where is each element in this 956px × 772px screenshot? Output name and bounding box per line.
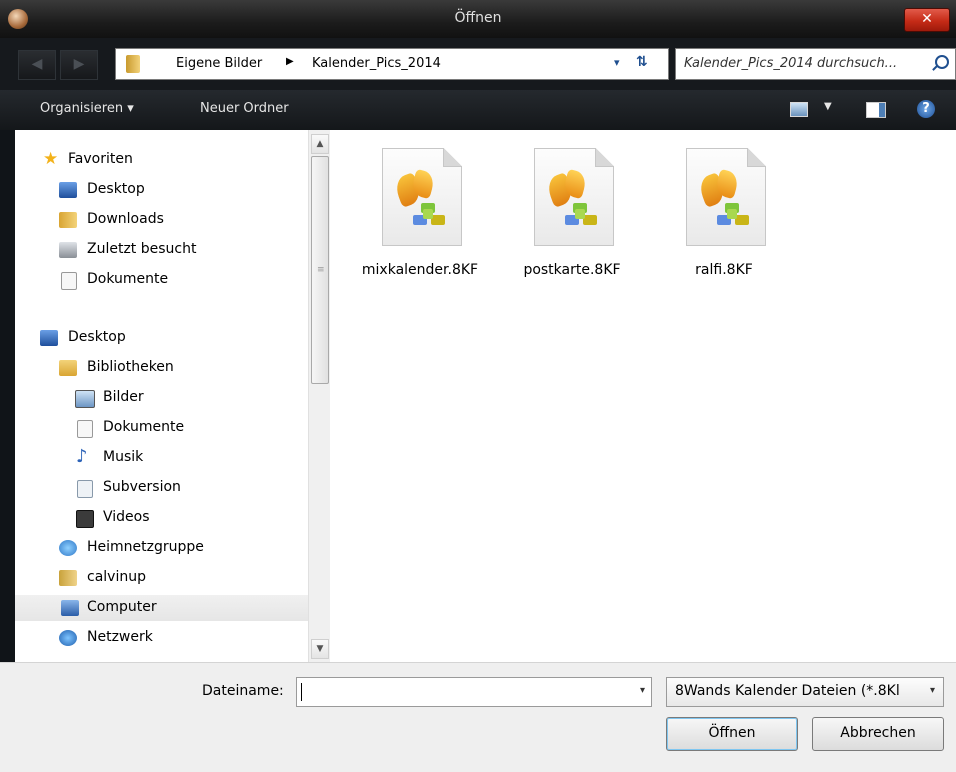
refresh-icon[interactable]: ⇅ [636,54,648,70]
search-box[interactable]: Kalender_Pics_2014 durchsuch... [675,48,956,80]
text-caret [301,683,302,701]
sidebar-item-label: Heimnetzgruppe [87,539,204,555]
star-icon: ★ [43,149,59,169]
video-film-icon [76,510,94,528]
back-button[interactable]: ◀ [18,50,56,80]
sidebar-item-label: Netzwerk [87,629,153,645]
breadcrumb-eigene-bilder[interactable]: Eigene Bilder [176,56,262,71]
downloads-folder-icon [59,212,77,228]
sidebar-item-label: Dokumente [103,419,185,435]
8kf-file-icon [534,148,614,246]
help-icon[interactable]: ? [917,100,935,118]
sidebar-item-label: Favoriten [68,151,133,167]
file-name: postkarte.8KF [523,262,621,278]
address-row: ◀ ▶ Eigene Bilder ▶ Kalender_Pics_2014 ▾… [0,38,956,90]
scroll-down-icon[interactable]: ▼ [311,639,329,659]
organize-button[interactable]: Organisieren ▾ [40,101,134,116]
open-file-dialog: Öffnen ✕ ◀ ▶ Eigene Bilder ▶ Kalender_Pi… [0,0,956,772]
8kf-file-icon [686,148,766,246]
sidebar-item-computer[interactable]: Computer [15,595,308,621]
file-type-dropdown-icon[interactable]: ▾ [930,685,935,696]
computer-icon [61,600,79,616]
sidebar-item-label: Zuletzt besucht [87,241,197,257]
sidebar-item-label: Desktop [87,181,145,197]
window-title: Öffnen [454,10,502,26]
homegroup-icon [59,540,77,556]
command-bar: Organisieren ▾ Neuer Ordner ▼ ? [0,90,956,130]
open-button[interactable]: Öffnen [666,717,798,751]
preview-pane-icon[interactable] [866,102,886,118]
sidebar-item-label: Subversion [103,479,181,495]
file-type-filter-value: 8Wands Kalender Dateien (*.8Kl [675,683,900,699]
filename-history-dropdown-icon[interactable]: ▾ [640,685,645,696]
music-note-icon: ♪ [76,446,88,467]
file-name: ralfi.8KF [695,262,753,278]
sidebar-item-label: Videos [103,509,150,525]
network-icon [59,630,77,646]
file-item[interactable]: postkarte.8KF [512,148,632,298]
dialog-footer: Dateiname: ▾ 8Wands Kalender Dateien (*.… [0,662,956,772]
new-folder-button[interactable]: Neuer Ordner [200,101,289,116]
filename-label: Dateiname: [202,683,284,699]
file-item[interactable]: ralfi.8KF [664,148,784,298]
search-input[interactable]: Kalender_Pics_2014 durchsuch... [684,56,897,71]
file-item[interactable]: mixkalender.8KF [360,148,480,298]
desktop-icon [59,182,77,198]
file-type-filter-select[interactable]: 8Wands Kalender Dateien (*.8Kl ▾ [666,677,944,707]
cancel-button[interactable]: Abbrechen [812,717,944,751]
title-bar: Öffnen ✕ [0,0,956,38]
scroll-up-icon[interactable]: ▲ [311,134,329,154]
scrollbar-thumb[interactable]: ≡ [311,156,329,384]
address-history-dropdown-icon[interactable]: ▾ [614,56,620,69]
address-bar[interactable]: Eigene Bilder ▶ Kalender_Pics_2014 ▾ ⇅ [115,48,669,80]
scrollbar-grip-icon: ≡ [317,265,325,275]
subversion-icon [77,480,93,498]
user-folder-icon [59,570,77,586]
navigation-pane: ★ Favoriten Desktop Downloads Zuletzt be… [15,130,308,662]
file-list: mixkalender.8KF postkarte.8KF ralfi.8KF [330,130,956,662]
breadcrumb-separator-icon[interactable]: ▶ [286,56,294,67]
search-icon[interactable] [935,55,949,69]
pictures-icon [75,390,95,408]
document-icon [77,420,93,438]
sidebar-item-label: Bibliotheken [87,359,174,375]
recent-places-icon [59,242,77,258]
8kf-file-icon [382,148,462,246]
filename-input[interactable]: ▾ [296,677,652,707]
document-icon [61,272,77,290]
sidebar-item-label: Downloads [87,211,164,227]
close-button[interactable]: ✕ [904,8,950,32]
desktop-icon [40,330,58,346]
forward-button[interactable]: ▶ [60,50,98,80]
sidebar-item-label: Bilder [103,389,144,405]
libraries-icon [59,360,77,376]
view-options-dropdown-icon[interactable]: ▼ [824,101,832,112]
navigation-scrollbar[interactable]: ▲ ≡ ▼ [308,130,331,662]
folder-icon [126,55,140,73]
breadcrumb-kalender-pics[interactable]: Kalender_Pics_2014 [312,56,441,71]
sidebar-item-label: Computer [87,599,157,615]
sidebar-item-label: Desktop [68,329,126,345]
sidebar-item-label: Dokumente [87,271,169,287]
change-view-icon[interactable] [790,102,808,117]
file-name: mixkalender.8KF [361,262,479,278]
sidebar-item-label: calvinup [87,569,146,585]
sidebar-item-label: Musik [103,449,144,465]
